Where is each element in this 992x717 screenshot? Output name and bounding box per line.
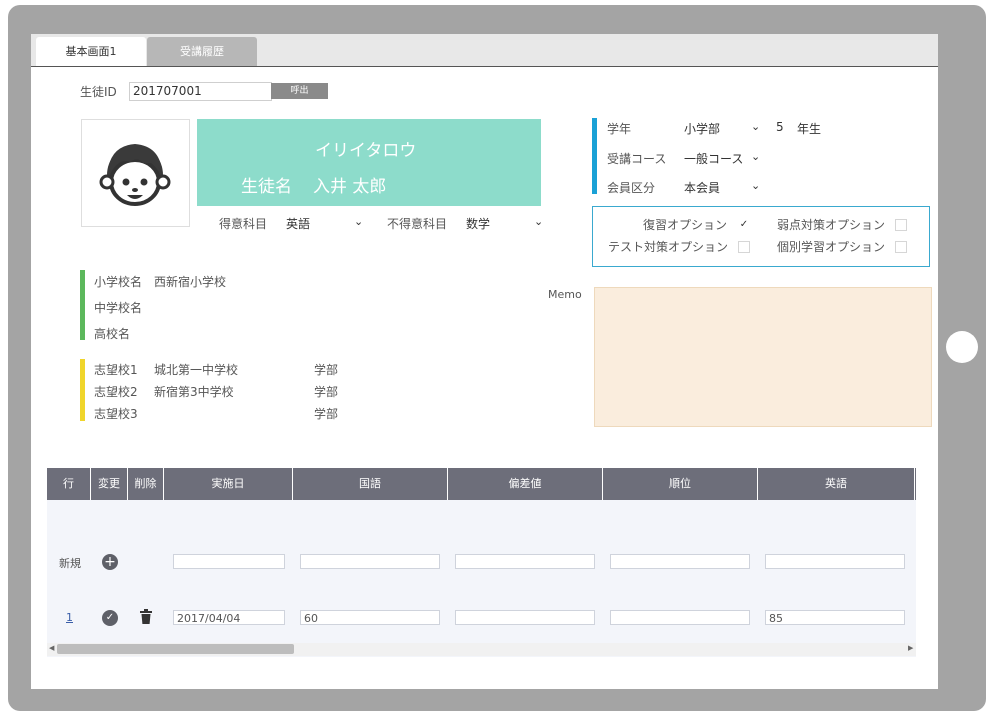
grade-accent-bar [592, 118, 597, 194]
tab-bar: 基本画面1 受講履歴 [31, 34, 938, 67]
tab-history[interactable]: 受講履歴 [147, 37, 257, 66]
elementary-value[interactable]: 西新宿小学校 [154, 273, 226, 290]
wish-2-school[interactable]: 新宿第3中学校 [154, 383, 234, 400]
scroll-left-icon[interactable]: ◀ [49, 644, 54, 652]
new-deviation-input[interactable] [455, 554, 595, 569]
member-label: 会員区分 [607, 181, 656, 195]
option-individual-label: 個別学習オプション [777, 240, 886, 254]
option-review-label: 復習オプション [643, 218, 728, 232]
boy-avatar-icon [99, 144, 171, 206]
row-deviation-input[interactable] [455, 610, 595, 625]
wish-1-school[interactable]: 城北第一中学校 [154, 361, 238, 378]
memo-textarea[interactable] [594, 287, 932, 427]
new-japanese-input[interactable] [300, 554, 440, 569]
weak-subject-select[interactable]: 数学 ⌄ [466, 215, 546, 232]
new-date-input[interactable] [173, 554, 285, 569]
junior-high-label: 中学校名 [94, 301, 143, 315]
screen-gap [31, 429, 46, 689]
row-rank-input[interactable] [610, 610, 750, 625]
grade-label: 学年 [607, 122, 632, 136]
chevron-down-icon: ⌄ [534, 215, 544, 228]
row-date-input[interactable]: 2017/04/04 [173, 610, 285, 625]
grid-header: 行 変更 削除 実施日 国語 偏差値 順位 英語 [47, 468, 916, 500]
grid-header-delete[interactable]: 削除 [128, 468, 164, 500]
course-label: 受講コース [607, 152, 667, 166]
option-review-checkbox[interactable]: ✓ [738, 219, 750, 231]
grade-number: 5 [776, 120, 784, 134]
student-name-label: 生徒名 [241, 177, 292, 197]
options-box: 復習オプション ✓ 弱点対策オプション テスト対策オプション 個別学習オプション [592, 206, 930, 267]
option-weakness-checkbox[interactable] [895, 219, 907, 231]
add-icon[interactable]: + [102, 554, 118, 570]
grid-header-deviation[interactable]: 偏差値 [448, 468, 603, 500]
scroll-right-icon[interactable]: ▶ [908, 644, 913, 652]
wish-2-dept: 学部 [314, 385, 339, 399]
row-japanese-input[interactable]: 60 [300, 610, 440, 625]
new-row-label: 新規 [59, 557, 81, 570]
wish-3-label: 志望校3 [94, 407, 138, 421]
wish-accent-bar [80, 359, 85, 421]
grid-header-japanese[interactable]: 国語 [293, 468, 448, 500]
edit-check-icon[interactable]: ✓ [102, 610, 118, 626]
option-test-checkbox[interactable] [738, 241, 750, 253]
home-button[interactable] [946, 331, 978, 363]
chevron-down-icon: ⌄ [751, 120, 761, 133]
grade-value: 小学部 [684, 122, 721, 136]
option-individual-checkbox[interactable] [895, 241, 907, 253]
grade-select[interactable]: 小学部 ⌄ [684, 120, 762, 137]
wish-1-label: 志望校1 [94, 363, 138, 377]
app-screen: 基本画面1 受講履歴 生徒ID 201707001 呼出 イリイタロウ 生徒名 … [31, 34, 938, 689]
weak-subject-value: 数学 [466, 217, 491, 231]
new-rank-input[interactable] [610, 554, 750, 569]
student-avatar [81, 119, 190, 227]
grid-header-edit[interactable]: 変更 [91, 468, 128, 500]
chevron-down-icon: ⌄ [354, 215, 364, 228]
student-id-label: 生徒ID [80, 85, 117, 99]
good-subject-value: 英語 [286, 217, 311, 231]
good-subject-label: 得意科目 [219, 217, 268, 231]
memo-label: Memo [548, 288, 582, 301]
member-select[interactable]: 本会員 ⌄ [684, 179, 762, 196]
student-kana: イリイタロウ [315, 141, 417, 161]
history-grid: 行 変更 削除 実施日 国語 偏差値 順位 英語 新規 + 1 ✓ 2017/0… [47, 468, 916, 657]
trash-icon[interactable] [140, 609, 152, 624]
high-school-label: 高校名 [94, 327, 131, 341]
chevron-down-icon: ⌄ [751, 150, 761, 163]
student-name: 入井 太郎 [313, 177, 387, 197]
wish-2-label: 志望校2 [94, 385, 138, 399]
row-number-link[interactable]: 1 [66, 611, 73, 624]
grid-header-english[interactable]: 英語 [758, 468, 915, 500]
weak-subject-label: 不得意科目 [387, 217, 448, 231]
tab-basic[interactable]: 基本画面1 [36, 37, 146, 66]
student-name-card: イリイタロウ 生徒名 入井 太郎 [197, 119, 541, 206]
wish-3-dept: 学部 [314, 407, 339, 421]
call-button[interactable]: 呼出 [271, 83, 328, 99]
row-english-input[interactable]: 85 [765, 610, 905, 625]
scrollbar-thumb[interactable] [57, 644, 294, 654]
student-id-input[interactable]: 201707001 [129, 82, 272, 101]
grid-header-rank[interactable]: 順位 [603, 468, 758, 500]
grade-suffix: 年生 [797, 122, 822, 136]
elementary-label: 小学校名 [94, 275, 143, 289]
school-accent-bar [80, 270, 85, 340]
option-weakness-label: 弱点対策オプション [777, 218, 886, 232]
wish-1-dept: 学部 [314, 363, 339, 377]
chevron-down-icon: ⌄ [751, 179, 761, 192]
option-test-label: テスト対策オプション [608, 240, 729, 254]
course-select[interactable]: 一般コース ⌄ [684, 150, 762, 167]
course-value: 一般コース [684, 152, 744, 166]
member-value: 本会員 [684, 181, 721, 195]
new-english-input[interactable] [765, 554, 905, 569]
grid-header-row[interactable]: 行 [47, 468, 91, 500]
grid-header-date[interactable]: 実施日 [164, 468, 293, 500]
good-subject-select[interactable]: 英語 ⌄ [286, 215, 366, 232]
